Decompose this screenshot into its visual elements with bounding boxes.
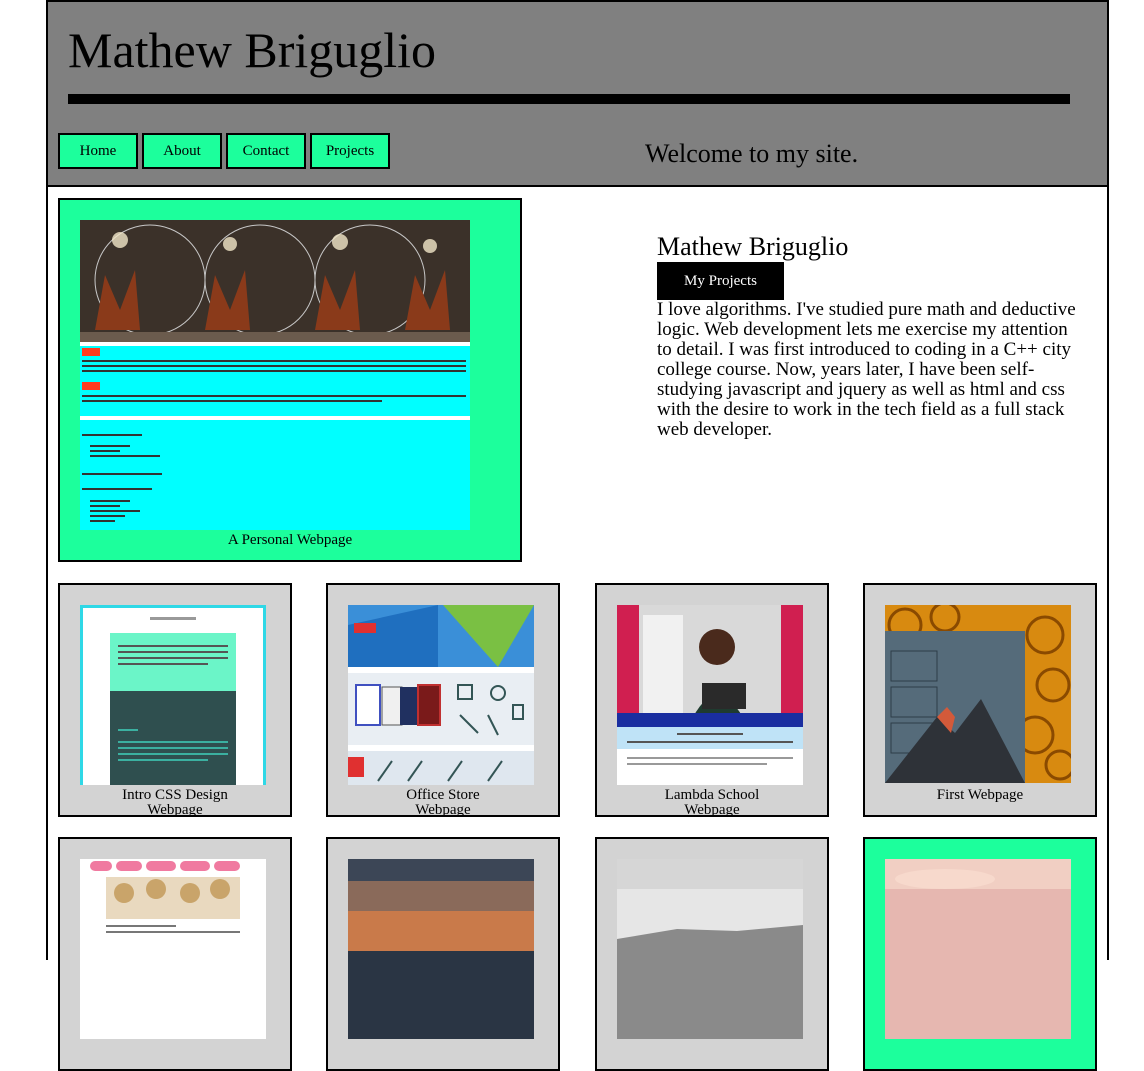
project-card-bakery[interactable] bbox=[58, 837, 292, 1071]
featured-project-card[interactable]: A Personal Webpage bbox=[58, 198, 522, 562]
project-thumbnail[interactable] bbox=[885, 859, 1071, 1039]
nav-home-button[interactable]: Home bbox=[58, 133, 138, 169]
project-card-clouds[interactable] bbox=[595, 837, 829, 1071]
project-caption-line2: Webpage bbox=[147, 802, 203, 818]
site-title: Mathew Briguglio bbox=[68, 22, 437, 78]
nav-projects-button[interactable]: Projects bbox=[310, 133, 390, 169]
first-webpage-screenshot-image bbox=[885, 605, 1071, 783]
nav-about-button[interactable]: About bbox=[142, 133, 222, 169]
project-thumbnail[interactable] bbox=[348, 859, 534, 1039]
featured-project-caption: A Personal Webpage bbox=[227, 532, 353, 548]
project-caption: Office Store Webpage bbox=[328, 788, 558, 818]
my-projects-button[interactable]: My Projects bbox=[657, 262, 784, 300]
project-thumbnail[interactable] bbox=[80, 859, 266, 1039]
project-card-pink-sky[interactable] bbox=[863, 837, 1097, 1071]
project-caption-line2: Webpage bbox=[415, 802, 471, 818]
personal-webpage-screenshot-image bbox=[80, 220, 470, 530]
sunset-sky-image bbox=[348, 859, 534, 1039]
intro-paragraph: I love algorithms. I've studied pure mat… bbox=[657, 299, 1076, 440]
project-caption: First Webpage bbox=[865, 788, 1095, 803]
intro-name: Mathew Briguglio bbox=[657, 232, 849, 261]
cloudy-sky-image bbox=[617, 859, 803, 1039]
project-caption: Lambda School Webpage bbox=[597, 788, 827, 818]
project-thumbnail[interactable] bbox=[80, 605, 266, 785]
welcome-message: Welcome to my site. bbox=[645, 139, 859, 168]
project-thumbnail[interactable] bbox=[348, 605, 534, 785]
project-card-intro-css[interactable]: Intro CSS Design Webpage bbox=[58, 583, 292, 818]
project-caption: Intro CSS Design Webpage bbox=[60, 788, 290, 818]
featured-project-thumbnail[interactable] bbox=[80, 220, 470, 530]
project-thumbnail[interactable] bbox=[885, 605, 1071, 783]
nav-contact-button[interactable]: Contact bbox=[226, 133, 306, 169]
project-card-first-webpage[interactable]: First Webpage bbox=[863, 583, 1097, 817]
project-caption-line1: Intro CSS Design bbox=[122, 787, 228, 803]
title-divider bbox=[68, 94, 1070, 104]
project-card-office-store[interactable]: Office Store Webpage bbox=[326, 583, 560, 818]
project-card-lambda-school[interactable]: Lambda School Webpage bbox=[595, 583, 829, 818]
project-thumbnail[interactable] bbox=[617, 605, 803, 785]
project-caption-line2: Webpage bbox=[684, 802, 740, 818]
project-thumbnail[interactable] bbox=[617, 859, 803, 1039]
main-nav: Home About Contact Projects bbox=[58, 133, 394, 169]
project-caption-line1: First Webpage bbox=[936, 787, 1024, 803]
project-card-sunset[interactable] bbox=[326, 837, 560, 1071]
project-caption-line1: Office Store bbox=[406, 787, 480, 803]
pink-sky-image bbox=[885, 859, 1071, 1039]
bakery-screenshot-image bbox=[80, 859, 266, 1039]
intro-section: Mathew Briguglio My Projects I love algo… bbox=[657, 232, 1087, 440]
site-header: Mathew Briguglio Home About Contact Proj… bbox=[48, 0, 1107, 187]
lambda-school-screenshot-image bbox=[617, 605, 803, 785]
intro-css-screenshot-image bbox=[80, 605, 266, 785]
page-container: Mathew Briguglio Home About Contact Proj… bbox=[46, 0, 1109, 1071]
office-store-screenshot-image bbox=[348, 605, 534, 785]
project-caption-line1: Lambda School bbox=[664, 787, 760, 803]
